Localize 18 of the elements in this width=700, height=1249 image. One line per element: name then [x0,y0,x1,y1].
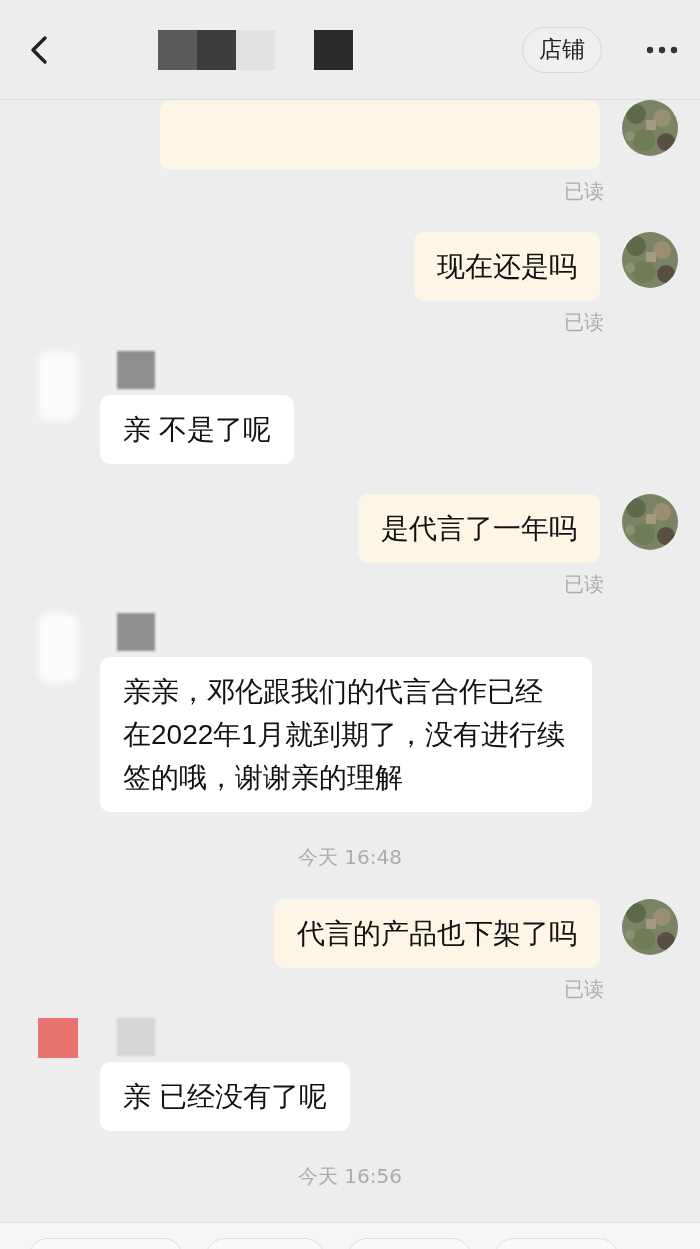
pixelated-name [117,351,155,389]
read-receipt: 已读 [564,311,604,333]
message-bubble: 亲 不是了呢 [100,395,294,464]
message-bubble: 现在还是吗 [414,232,600,301]
shop-button[interactable]: 店铺 [522,26,602,73]
back-icon[interactable] [30,34,48,65]
pixelated-name [117,613,155,651]
timestamp: 今天 16:56 [298,1164,402,1188]
avatar [38,1018,78,1058]
timestamp: 今天 16:48 [298,845,402,869]
message-bubble: 亲 已经没有了呢 [100,1062,350,1131]
message-bubble: 是代言了一年吗 [358,494,600,563]
more-icon[interactable] [646,45,678,54]
message-bubble: 代言的产品也下架了吗 [274,899,600,968]
read-receipt: 已读 [564,180,604,202]
read-receipt: 已读 [564,573,604,595]
message-bubble: 亲亲，邓伦跟我们的代言合作已经在2022年1月就到期了，没有进行续签的哦，谢谢亲的理解 [100,657,592,812]
read-receipt: 已读 [564,978,604,1000]
